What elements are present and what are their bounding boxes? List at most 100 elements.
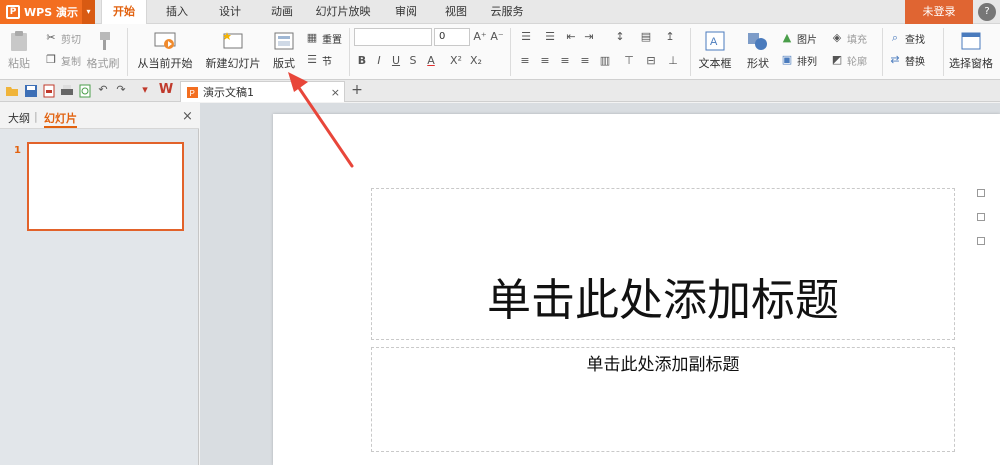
- subscript-button[interactable]: X₂: [467, 54, 485, 67]
- font-name-select[interactable]: [354, 28, 432, 46]
- underline-button[interactable]: U: [389, 54, 403, 67]
- help-icon[interactable]: ?: [978, 3, 996, 21]
- fill-button[interactable]: ◈ 填充: [830, 30, 867, 46]
- layout-button[interactable]: 版式: [268, 30, 300, 71]
- shrink-font-icon[interactable]: A⁻: [490, 30, 504, 43]
- slide-number: 1: [14, 145, 21, 156]
- subtitle-placeholder[interactable]: 单击此处添加副标题: [371, 347, 955, 452]
- shadow-button[interactable]: S: [406, 54, 420, 67]
- title-placeholder-text: 单击此处添加标题: [487, 275, 839, 326]
- copy-button[interactable]: ❐ 复制: [44, 52, 81, 68]
- copy-icon: ❐: [46, 53, 56, 66]
- placeholder-resize-handle[interactable]: [977, 213, 985, 221]
- open-folder-icon[interactable]: [5, 84, 19, 98]
- brush-icon: [100, 32, 110, 50]
- outline-icon: ◩: [831, 53, 843, 66]
- replace-icon: ⇄: [890, 53, 900, 66]
- section-icon: ☰: [307, 53, 317, 66]
- new-slide-button[interactable]: 新建幻灯片: [202, 30, 264, 71]
- decrease-indent-icon[interactable]: ⇤: [564, 30, 578, 43]
- italic-button[interactable]: I: [372, 54, 386, 67]
- placeholder-resize-handle[interactable]: [977, 237, 985, 245]
- paste-button[interactable]: 粘贴: [6, 30, 32, 71]
- justify-icon[interactable]: ≡: [578, 54, 592, 67]
- columns-icon[interactable]: ▤: [636, 30, 656, 43]
- find-button[interactable]: ⌕ 查找: [888, 30, 925, 46]
- outline-tab[interactable]: 大纲: [8, 110, 30, 126]
- presentation-file-icon: P: [187, 86, 198, 98]
- outline-button[interactable]: ◩ 轮廓: [830, 52, 867, 68]
- svg-text:P: P: [190, 89, 195, 98]
- distribute-icon[interactable]: ▥: [598, 54, 612, 67]
- tab-design[interactable]: 设计: [210, 0, 250, 24]
- print-preview-icon[interactable]: [78, 84, 92, 98]
- tab-slideshow[interactable]: 幻灯片放映: [310, 0, 376, 24]
- app-menu-button[interactable]: P WPS 演示 ▾: [0, 0, 95, 24]
- undo-icon[interactable]: ↶: [96, 83, 110, 96]
- picture-button[interactable]: ▲ 图片: [780, 30, 817, 46]
- grow-font-icon[interactable]: A⁺: [473, 30, 487, 43]
- close-panel-icon[interactable]: ×: [182, 109, 193, 124]
- login-button[interactable]: 未登录: [905, 0, 973, 24]
- align-top-icon[interactable]: ⊤: [622, 54, 636, 67]
- annotation-arrow: [288, 72, 354, 168]
- align-right-icon[interactable]: ≡: [558, 54, 572, 67]
- align-left-icon[interactable]: ≡: [518, 54, 532, 67]
- redo-icon[interactable]: ↷: [114, 83, 128, 96]
- start-from-current-button[interactable]: 从当前开始: [134, 30, 196, 71]
- reset-button[interactable]: ▦ 重置: [305, 30, 342, 46]
- document-title: 演示文稿1: [203, 86, 254, 99]
- superscript-button[interactable]: X²: [447, 54, 465, 67]
- replace-button[interactable]: ⇄ 替换: [888, 52, 925, 68]
- cut-button[interactable]: ✂ 剪切: [44, 30, 81, 46]
- selection-pane-icon: [961, 32, 981, 50]
- section-button[interactable]: ☰ 节: [305, 52, 332, 68]
- app-menu-dropdown-icon[interactable]: ▾: [82, 0, 95, 24]
- new-slide-icon: [223, 32, 243, 49]
- numbered-list-icon[interactable]: ☰: [540, 30, 560, 43]
- layout-icon: [274, 32, 294, 50]
- tab-cloud[interactable]: 云服务: [484, 0, 530, 24]
- search-icon: ⌕: [891, 31, 899, 44]
- wps-w-icon[interactable]: W: [158, 82, 174, 97]
- print-icon[interactable]: [60, 84, 74, 98]
- fill-bucket-icon: ◈: [832, 31, 842, 44]
- arrange-icon: ▣: [781, 53, 793, 66]
- app-name: WPS 演示: [24, 6, 78, 19]
- font-size-select[interactable]: 0: [434, 28, 470, 46]
- text-box-button[interactable]: A 文本框: [695, 30, 735, 71]
- text-box-icon: A: [705, 31, 725, 51]
- export-pdf-icon[interactable]: [42, 84, 56, 98]
- align-center-icon[interactable]: ≡: [538, 54, 552, 67]
- slide-thumbnail[interactable]: [27, 142, 184, 231]
- tab-home[interactable]: 开始: [101, 0, 147, 25]
- placeholder-resize-handle[interactable]: [977, 189, 985, 197]
- text-direction-icon[interactable]: ↥: [660, 30, 680, 43]
- format-painter-button[interactable]: 格式刷: [86, 30, 120, 71]
- tab-animation[interactable]: 动画: [262, 0, 302, 24]
- tab-review[interactable]: 审阅: [386, 0, 426, 24]
- increase-indent-icon[interactable]: ⇥: [582, 30, 596, 43]
- svg-text:A: A: [710, 36, 718, 48]
- scissors-icon: ✂: [46, 31, 56, 44]
- bullet-list-icon[interactable]: ☰: [516, 30, 536, 43]
- tab-insert[interactable]: 插入: [157, 0, 197, 24]
- bold-button[interactable]: B: [355, 54, 369, 67]
- align-middle-icon[interactable]: ⊟: [644, 54, 658, 67]
- wps-logo-icon: P: [6, 5, 20, 19]
- customize-toolbar-icon[interactable]: ▾: [138, 83, 152, 96]
- tab-view[interactable]: 视图: [436, 0, 476, 24]
- align-bottom-icon[interactable]: ⊥: [666, 54, 680, 67]
- font-color-button[interactable]: A: [424, 54, 438, 67]
- subtitle-placeholder-text: 单击此处添加副标题: [586, 355, 740, 375]
- save-icon[interactable]: [24, 84, 38, 98]
- selection-pane-button[interactable]: 选择窗格: [946, 30, 996, 71]
- title-placeholder[interactable]: 单击此处添加标题: [371, 188, 955, 340]
- shape-button[interactable]: 形状: [741, 30, 775, 71]
- slides-tab[interactable]: 幻灯片: [44, 110, 77, 128]
- panel-tab-separator: |: [34, 110, 38, 123]
- slideshow-icon: [154, 32, 176, 49]
- line-spacing-icon[interactable]: ↕: [610, 30, 630, 43]
- arrange-button[interactable]: ▣ 排列: [780, 52, 817, 68]
- paste-icon: [11, 31, 27, 51]
